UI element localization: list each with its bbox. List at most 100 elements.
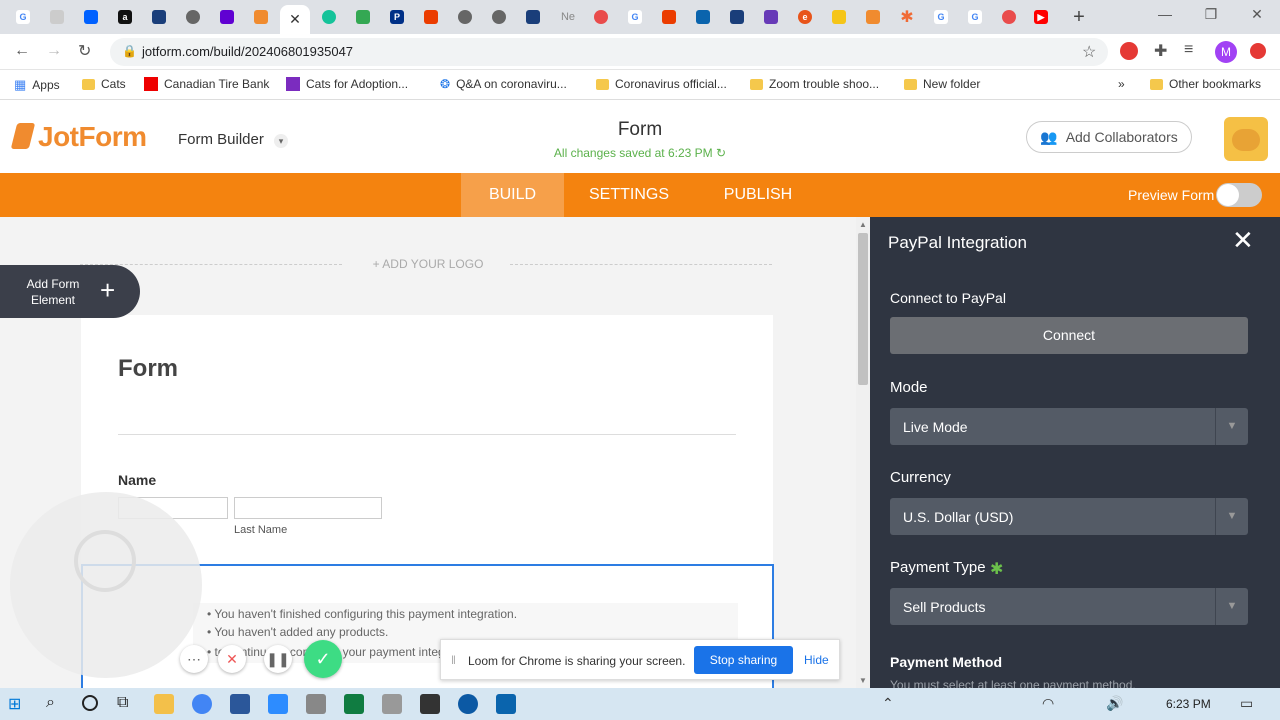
- tab-google-2[interactable]: G: [620, 5, 650, 29]
- bookmark-new-folder[interactable]: New folder: [904, 77, 980, 91]
- canvas-scrollbar[interactable]: ▲ ▼: [856, 217, 870, 688]
- bookmark-other[interactable]: Other bookmarks: [1150, 77, 1261, 91]
- tab-active[interactable]: ✕: [280, 5, 310, 34]
- add-collaborators-button[interactable]: 👥 Add Collaborators: [1026, 121, 1192, 153]
- more-options-icon[interactable]: ⋯: [180, 645, 208, 673]
- tab-c[interactable]: [824, 5, 854, 29]
- tab-jotform[interactable]: [246, 5, 276, 29]
- tab-jotform-2[interactable]: [858, 5, 888, 29]
- stop-sharing-button[interactable]: Stop sharing: [694, 646, 793, 674]
- file-explorer-icon[interactable]: [154, 694, 174, 714]
- tab-grammarly[interactable]: [314, 5, 344, 29]
- tab-yahoo[interactable]: [212, 5, 242, 29]
- tab-bank[interactable]: [722, 5, 752, 29]
- tab-outlook[interactable]: [688, 5, 718, 29]
- reading-list-icon[interactable]: ≡: [1184, 41, 1193, 59]
- tab-asterisk[interactable]: ✱: [892, 5, 922, 29]
- payment-type-select[interactable]: Sell Products ▼: [890, 588, 1248, 625]
- excel-icon[interactable]: [344, 694, 364, 714]
- bookmark-coronavirus[interactable]: Coronavirus official...: [596, 77, 727, 91]
- back-icon[interactable]: ←: [14, 42, 30, 60]
- tab-build[interactable]: BUILD: [461, 173, 564, 217]
- form-heading[interactable]: Form: [118, 355, 178, 383]
- bookmark-qa[interactable]: ❂ Q&A on coronaviru...: [440, 77, 567, 91]
- tab-globe[interactable]: [178, 5, 208, 29]
- close-icon[interactable]: ✕: [1232, 225, 1254, 256]
- form-builder-menu[interactable]: Form Builder ▾: [178, 131, 289, 148]
- tab-google-4[interactable]: G: [960, 5, 990, 29]
- tab-loop-2[interactable]: [994, 5, 1024, 29]
- cortana-icon[interactable]: [82, 695, 98, 711]
- address-bar[interactable]: 🔒 jotform.com/build/202406801935047 ☆: [110, 38, 1108, 66]
- search-icon[interactable]: ⌕: [46, 694, 55, 712]
- window-close-icon[interactable]: ✕: [1242, 6, 1272, 26]
- preview-toggle[interactable]: [1216, 183, 1262, 207]
- tab-publish[interactable]: PUBLISH: [708, 173, 808, 217]
- volume-icon[interactable]: 🔊: [1106, 695, 1123, 712]
- tab-google[interactable]: G: [8, 5, 38, 29]
- restore-icon[interactable]: ❐: [1196, 6, 1226, 26]
- tab-globe-2[interactable]: [450, 5, 480, 29]
- tab-youtube[interactable]: ▶: [1026, 5, 1056, 29]
- tab-amazon[interactable]: a: [110, 5, 140, 29]
- add-logo-link[interactable]: + ADD YOUR LOGO: [348, 257, 508, 271]
- wifi-icon[interactable]: ◠: [1042, 695, 1054, 712]
- add-logo-area[interactable]: + ADD YOUR LOGO: [80, 257, 772, 273]
- outlook-icon[interactable]: [496, 694, 516, 714]
- bookmark-zoom[interactable]: Zoom trouble shoo...: [750, 77, 879, 91]
- chrome-icon[interactable]: [192, 694, 212, 714]
- tab-globe-3[interactable]: [484, 5, 514, 29]
- tab-office[interactable]: [416, 5, 446, 29]
- tab-mail-2[interactable]: [518, 5, 548, 29]
- tab-new[interactable]: Ne: [554, 5, 582, 29]
- form-title[interactable]: Form: [590, 119, 690, 141]
- task-view-icon[interactable]: ⧉: [117, 694, 128, 712]
- more-bookmarks[interactable]: »: [1118, 77, 1125, 91]
- scroll-thumb[interactable]: [858, 233, 868, 385]
- cancel-recording-icon[interactable]: ✕: [218, 645, 246, 673]
- photoshop-icon[interactable]: [420, 694, 440, 714]
- profile-avatar[interactable]: M: [1215, 41, 1237, 63]
- document-icon[interactable]: [382, 694, 402, 714]
- notification-icon[interactable]: [1250, 43, 1266, 59]
- finish-recording-icon[interactable]: ✓: [304, 640, 342, 678]
- bookmark-star-icon[interactable]: ☆: [1082, 42, 1096, 62]
- scroll-up-icon[interactable]: ▲: [859, 220, 867, 229]
- user-avatar[interactable]: [1224, 117, 1268, 161]
- chevron-up-icon[interactable]: ⌃: [882, 695, 894, 712]
- add-form-element-button[interactable]: Add Form Element +: [0, 265, 140, 318]
- tab-page[interactable]: [42, 5, 72, 29]
- tab-drive[interactable]: [348, 5, 378, 29]
- mode-select[interactable]: Live Mode ▼: [890, 408, 1248, 445]
- word-icon[interactable]: [230, 694, 250, 714]
- currency-select[interactable]: U.S. Dollar (USD) ▼: [890, 498, 1248, 535]
- zoom-icon[interactable]: [268, 694, 288, 714]
- bookmark-apps[interactable]: ▦ Apps: [14, 77, 60, 93]
- bookmark-cats[interactable]: Cats: [82, 77, 126, 91]
- jotform-logo[interactable]: JotForm: [10, 121, 147, 153]
- loom-camera-bubble[interactable]: [10, 492, 202, 678]
- pause-icon[interactable]: ❚❚: [264, 645, 292, 673]
- tab-settings[interactable]: SETTINGS: [574, 173, 684, 217]
- reload-icon[interactable]: ↻: [78, 41, 91, 61]
- tab-paypal[interactable]: P: [382, 5, 412, 29]
- taskbar-clock[interactable]: 6:23 PM: [1166, 697, 1211, 711]
- puzzle-icon[interactable]: ✚: [1154, 41, 1167, 61]
- tab-loop[interactable]: [586, 5, 616, 29]
- hide-button[interactable]: Hide: [804, 653, 829, 667]
- tab-google-3[interactable]: G: [926, 5, 956, 29]
- forward-icon[interactable]: →: [46, 42, 62, 60]
- extension-icon[interactable]: [1120, 42, 1138, 60]
- tab-forms[interactable]: [756, 5, 786, 29]
- close-tab-icon[interactable]: ✕: [289, 11, 301, 28]
- drag-handle-icon[interactable]: ‖: [451, 653, 456, 667]
- name-label[interactable]: Name: [118, 472, 156, 488]
- tab-mail[interactable]: [144, 5, 174, 29]
- tab-e[interactable]: e: [790, 5, 820, 29]
- new-tab-button[interactable]: +: [1068, 6, 1090, 28]
- edge-icon[interactable]: [458, 694, 478, 714]
- minimize-icon[interactable]: —: [1150, 6, 1180, 26]
- scroll-down-icon[interactable]: ▼: [859, 676, 867, 685]
- tab-dropbox[interactable]: [76, 5, 106, 29]
- tab-office-2[interactable]: [654, 5, 684, 29]
